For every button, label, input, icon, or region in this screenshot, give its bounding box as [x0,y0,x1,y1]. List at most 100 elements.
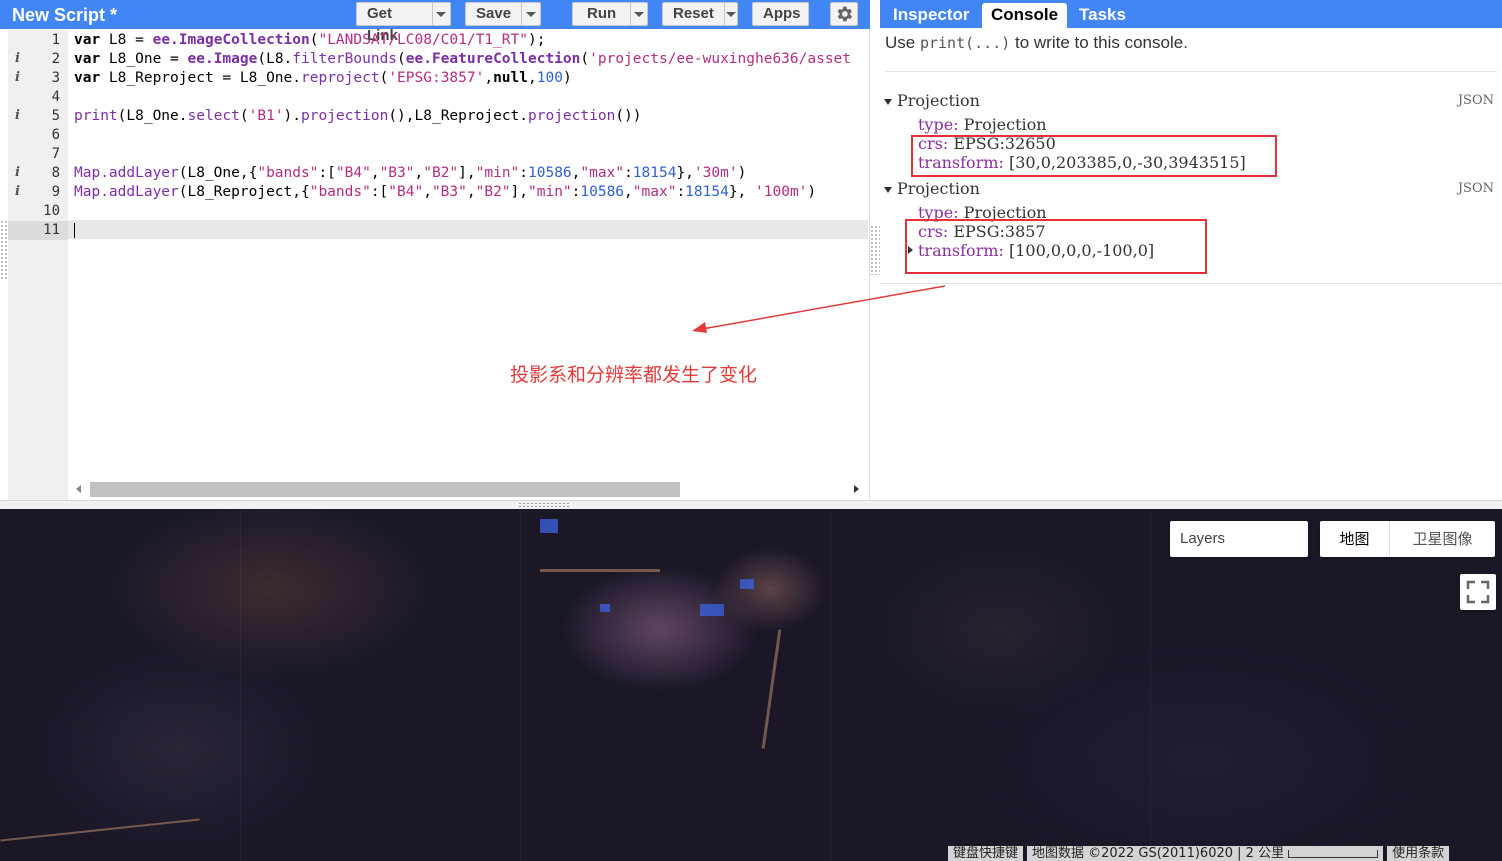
line-number: 8 [51,165,60,181]
fullscreen-button[interactable] [1460,574,1496,610]
layers-control[interactable]: Layers [1170,521,1308,557]
map-type-satellite[interactable]: 卫星图像 [1390,521,1495,557]
reset-label: Reset [673,5,714,22]
active-line-highlight [68,220,868,239]
get-link-button[interactable]: Get Link [356,2,451,44]
gutter-row: i2 [8,50,68,69]
line-number: 6 [51,127,60,143]
line-number: 10 [43,203,60,219]
line-number-gutter: 1 i2 i3 4 i5 6 7 i8 i9 10 11 [8,30,68,500]
editor-toolbar: New Script * Get Link Save Run Reset App… [0,0,870,44]
line-number: 4 [51,89,60,105]
scroll-right-icon[interactable] [854,485,859,493]
code-line-1: var L8 = ee.ImageCollection("LANDSAT/LC0… [74,32,546,48]
attribution-text: 地图数据 ©2022 GS(2011)6020 [1032,846,1234,861]
info-icon[interactable]: i [15,184,20,199]
json-link[interactable]: JSON [1458,93,1494,108]
script-title[interactable]: New Script * [12,5,117,26]
map-type-map[interactable]: 地图 [1320,521,1390,557]
highlight-box [905,219,1207,274]
keyboard-shortcuts-link[interactable]: 键盘快捷键 [948,846,1024,861]
console-output-projection: Projection JSON type: Projection crs: EP… [880,91,1502,181]
gutter-row: i8 [8,164,68,183]
apps-button[interactable]: Apps [752,2,809,26]
info-icon[interactable]: i [15,165,20,180]
code-line-9: Map.addLayer(L8_Reproject,{"bands":["B4"… [74,184,817,200]
chevron-down-icon [725,11,736,17]
map-road [761,629,782,749]
info-icon[interactable]: i [15,51,20,66]
map-tile-seam [1150,509,1151,861]
code-text-area[interactable]: var L8 = ee.ImageCollection("LANDSAT/LC0… [68,30,868,480]
output-header[interactable]: Projection [884,91,980,110]
expand-triangle-icon[interactable] [884,98,892,105]
code-line-5: print(L8_One.select('B1').projection(),L… [74,108,642,124]
hint-code: print(...) [919,34,1011,52]
code-line-2: var L8_One = ee.Image(L8.filterBounds(ee… [74,51,852,67]
line-number: 3 [51,70,60,86]
vertical-resize-handle[interactable] [870,225,880,275]
save-button[interactable]: Save [465,2,541,26]
map-type-control: 地图 卫星图像 [1320,521,1495,557]
get-link-dropdown[interactable] [431,3,450,25]
map-feature [600,604,610,612]
expand-triangle-icon[interactable] [884,186,892,193]
output-header[interactable]: Projection [884,179,980,198]
map-view[interactable]: Layers 地图 卫星图像 键盘快捷键 地图数据 ©2022 GS(2011)… [0,509,1502,861]
line-number: 1 [51,32,60,48]
scroll-left-icon[interactable] [76,485,81,493]
line-number: 11 [43,222,60,238]
fullscreen-icon [1466,580,1490,604]
console-tab-bar: Inspector Console Tasks [880,0,1502,28]
gutter-row-active: 11 [8,221,68,240]
map-road [0,818,200,842]
property-type: type: Projection [918,115,1047,134]
line-number: 9 [51,184,60,200]
map-data-attribution: 地图数据 ©2022 GS(2011)6020 | 2 公里 [1027,846,1384,861]
run-dropdown[interactable] [630,3,647,25]
chevron-down-icon [436,11,447,17]
get-link-label: Get Link [367,5,398,44]
info-icon[interactable]: i [15,108,20,123]
line-number: 5 [51,108,60,124]
scale-bar [1288,849,1379,858]
tab-console[interactable]: Console [982,3,1068,28]
console-output-projection: Projection JSON type: Projection crs: EP… [880,179,1502,279]
map-feature [540,519,558,533]
settings-button[interactable] [830,2,858,26]
tab-inspector[interactable]: Inspector [884,3,979,28]
save-dropdown[interactable] [521,3,540,25]
left-panel-resize-handle[interactable] [0,220,8,280]
code-editor-panel: New Script * Get Link Save Run Reset App… [0,0,870,500]
map-road [540,569,660,572]
scrollbar-thumb[interactable] [90,482,680,497]
gutter-row: i9 [8,183,68,202]
line-number: 2 [51,51,60,67]
gutter-row: i3 [8,69,68,88]
gear-icon [837,6,853,22]
map-tile-seam [520,509,521,861]
horizontal-resize-handle[interactable] [0,500,1502,509]
chevron-down-icon [634,11,645,17]
info-icon[interactable]: i [15,70,20,85]
annotation-text: 投影系和分辨率都发生了变化 [510,364,758,386]
line-number: 7 [51,146,60,162]
map-tile-seam [240,509,241,861]
reset-dropdown[interactable] [723,3,737,25]
run-button[interactable]: Run [572,2,648,26]
gutter-row: 7 [8,145,68,164]
scale-label: 2 公里 [1245,846,1285,861]
code-line-8: Map.addLayer(L8_One,{"bands":["B4","B3",… [74,165,747,181]
highlight-box [911,135,1277,177]
gutter-row: 1 [8,31,68,50]
chevron-down-icon [526,11,537,17]
divider [885,71,1497,72]
terms-link[interactable]: 使用条款 [1387,846,1450,861]
output-title: Projection [897,91,980,110]
horizontal-scrollbar[interactable] [68,480,868,498]
reset-button[interactable]: Reset [662,2,738,26]
grip-icon [518,502,570,508]
tab-tasks[interactable]: Tasks [1070,3,1135,28]
hint-text: to write to this console. [1010,33,1188,52]
json-link[interactable]: JSON [1458,181,1494,196]
